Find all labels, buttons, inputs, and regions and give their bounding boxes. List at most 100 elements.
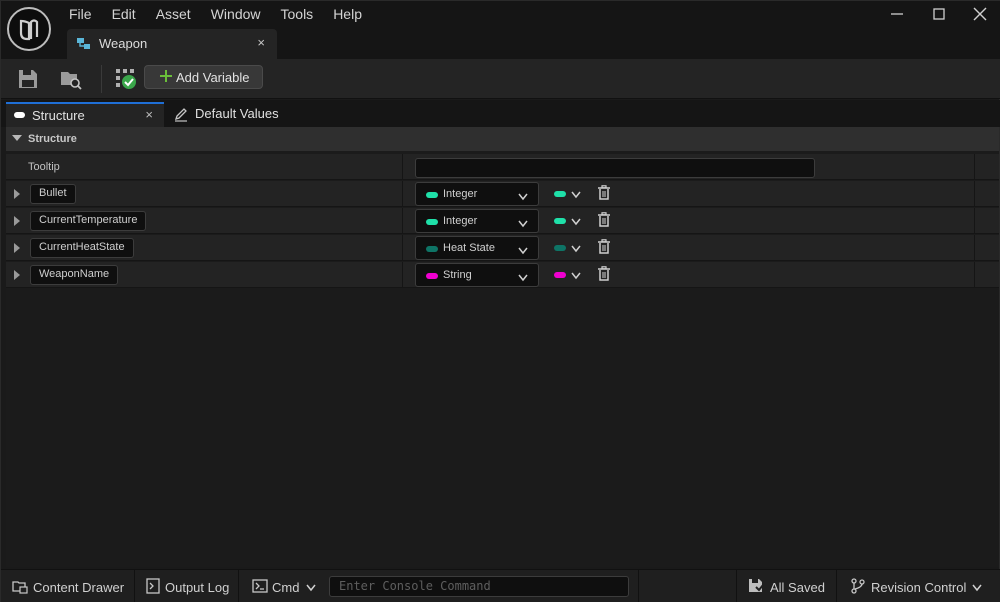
chevron-down-icon — [571, 187, 581, 202]
expand-arrow-icon[interactable] — [14, 189, 20, 199]
unreal-engine-logo-icon[interactable] — [7, 7, 51, 51]
delete-trash-icon[interactable] — [597, 212, 611, 231]
column-divider — [974, 235, 975, 261]
status-separator — [638, 570, 639, 602]
structure-section-header[interactable]: Structure — [6, 127, 999, 151]
column-divider — [974, 262, 975, 288]
menu-window[interactable]: Window — [201, 1, 271, 27]
chevron-down-icon — [571, 268, 581, 283]
toolbar: Add Variable — [1, 59, 1000, 99]
content-drawer-button[interactable]: Content Drawer — [12, 570, 124, 602]
menu-file[interactable]: File — [59, 1, 102, 27]
menu-help[interactable]: Help — [323, 1, 372, 27]
output-log-button[interactable]: Output Log — [146, 570, 229, 602]
column-divider — [974, 154, 975, 180]
variable-type-label: Heat State — [443, 242, 495, 254]
variable-name-field[interactable]: WeaponName — [30, 265, 119, 285]
menu-edit[interactable]: Edit — [102, 1, 146, 27]
status-separator — [736, 570, 737, 602]
delete-trash-icon[interactable] — [597, 239, 611, 258]
variable-type-dropdown[interactable]: Integer — [415, 182, 539, 206]
menu-bar: File Edit Asset Window Tools Help — [59, 1, 372, 27]
close-window-icon[interactable] — [959, 1, 1000, 27]
document-tab-weapon[interactable]: Weapon × — [67, 29, 277, 59]
save-icon[interactable] — [16, 67, 40, 91]
container-color-icon — [554, 245, 566, 251]
variable-type-label: String — [443, 269, 472, 281]
column-divider — [974, 181, 975, 207]
column-divider — [402, 181, 403, 207]
content-drawer-label: Content Drawer — [33, 579, 125, 595]
tooltip-label: Tooltip — [28, 161, 60, 173]
chevron-down-icon — [571, 241, 581, 256]
variable-row: Bullet Integer — [6, 181, 999, 207]
output-log-icon — [146, 577, 160, 597]
column-divider — [402, 262, 403, 288]
compile-status-icon[interactable] — [114, 67, 138, 91]
branch-icon — [851, 577, 865, 597]
cmd-dropdown[interactable]: Cmd — [252, 570, 317, 602]
variable-row: CurrentHeatState Heat State — [6, 235, 999, 261]
console-command-input[interactable]: Enter Console Command — [329, 576, 629, 597]
column-divider — [974, 208, 975, 234]
minimize-window-icon[interactable] — [876, 1, 918, 27]
menu-tools[interactable]: Tools — [271, 1, 324, 27]
section-title: Structure — [28, 133, 77, 145]
content-drawer-icon — [12, 578, 28, 597]
menu-asset[interactable]: Asset — [146, 1, 201, 27]
maximize-window-icon[interactable] — [918, 1, 960, 27]
revision-control-button[interactable]: Revision Control — [851, 570, 982, 602]
tab-structure[interactable]: Structure × — [6, 102, 164, 127]
tooltip-row: Tooltip — [6, 154, 999, 180]
structure-tab-icon — [14, 112, 25, 118]
status-bar: Content Drawer Output Log Cmd Enter Cons… — [1, 569, 1000, 602]
chevron-down-icon — [518, 189, 528, 204]
chevron-down-icon — [518, 243, 528, 258]
variable-type-dropdown[interactable]: Heat State — [415, 236, 539, 260]
variable-row: WeaponName String — [6, 262, 999, 288]
container-type-dropdown[interactable] — [554, 186, 584, 202]
tab-default-values[interactable]: Default Values — [171, 102, 301, 127]
chevron-down-icon — [518, 216, 528, 231]
document-tab-label: Weapon — [99, 36, 148, 51]
variable-type-label: Integer — [443, 188, 478, 200]
expand-arrow-icon[interactable] — [14, 243, 20, 253]
column-divider — [402, 154, 403, 180]
output-log-label: Output Log — [165, 579, 230, 595]
variable-row: CurrentTemperature Integer — [6, 208, 999, 234]
title-bar: File Edit Asset Window Tools Help Weapon… — [1, 1, 1000, 59]
close-tab-icon[interactable]: × — [257, 35, 265, 50]
delete-trash-icon[interactable] — [597, 185, 611, 204]
all-saved-label: All Saved — [770, 579, 825, 595]
status-separator — [134, 570, 135, 602]
column-divider — [402, 208, 403, 234]
expand-arrow-icon[interactable] — [14, 216, 20, 226]
toolbar-separator — [101, 65, 102, 93]
variable-type-dropdown[interactable]: Integer — [415, 209, 539, 233]
variable-name-field[interactable]: CurrentTemperature — [30, 211, 147, 231]
container-type-dropdown[interactable] — [554, 240, 584, 256]
delete-trash-icon[interactable] — [597, 266, 611, 285]
container-type-dropdown[interactable] — [554, 267, 584, 283]
tab-structure-label: Structure — [32, 108, 85, 123]
all-saved-button[interactable]: All Saved — [748, 570, 825, 602]
status-separator — [238, 570, 239, 602]
edit-pencil-icon — [173, 106, 189, 125]
add-variable-button[interactable]: Add Variable — [144, 65, 263, 89]
saved-disk-icon — [748, 578, 764, 597]
chevron-down-icon — [571, 214, 581, 229]
variable-type-dropdown[interactable]: String — [415, 263, 539, 287]
close-structure-tab-icon[interactable]: × — [145, 107, 153, 122]
variable-name-field[interactable]: Bullet — [30, 184, 76, 204]
collapse-arrow-icon — [12, 135, 22, 141]
add-variable-label: Add Variable — [176, 70, 250, 85]
browse-content-icon[interactable] — [59, 67, 83, 91]
expand-arrow-icon[interactable] — [14, 270, 20, 280]
pin-type-color-icon — [426, 219, 438, 225]
container-type-dropdown[interactable] — [554, 213, 584, 229]
pin-type-color-icon — [426, 246, 438, 252]
variable-name-field[interactable]: CurrentHeatState — [30, 238, 134, 258]
pin-type-color-icon — [426, 192, 438, 198]
tab-default-values-label: Default Values — [195, 106, 279, 121]
tooltip-input[interactable] — [415, 158, 815, 178]
